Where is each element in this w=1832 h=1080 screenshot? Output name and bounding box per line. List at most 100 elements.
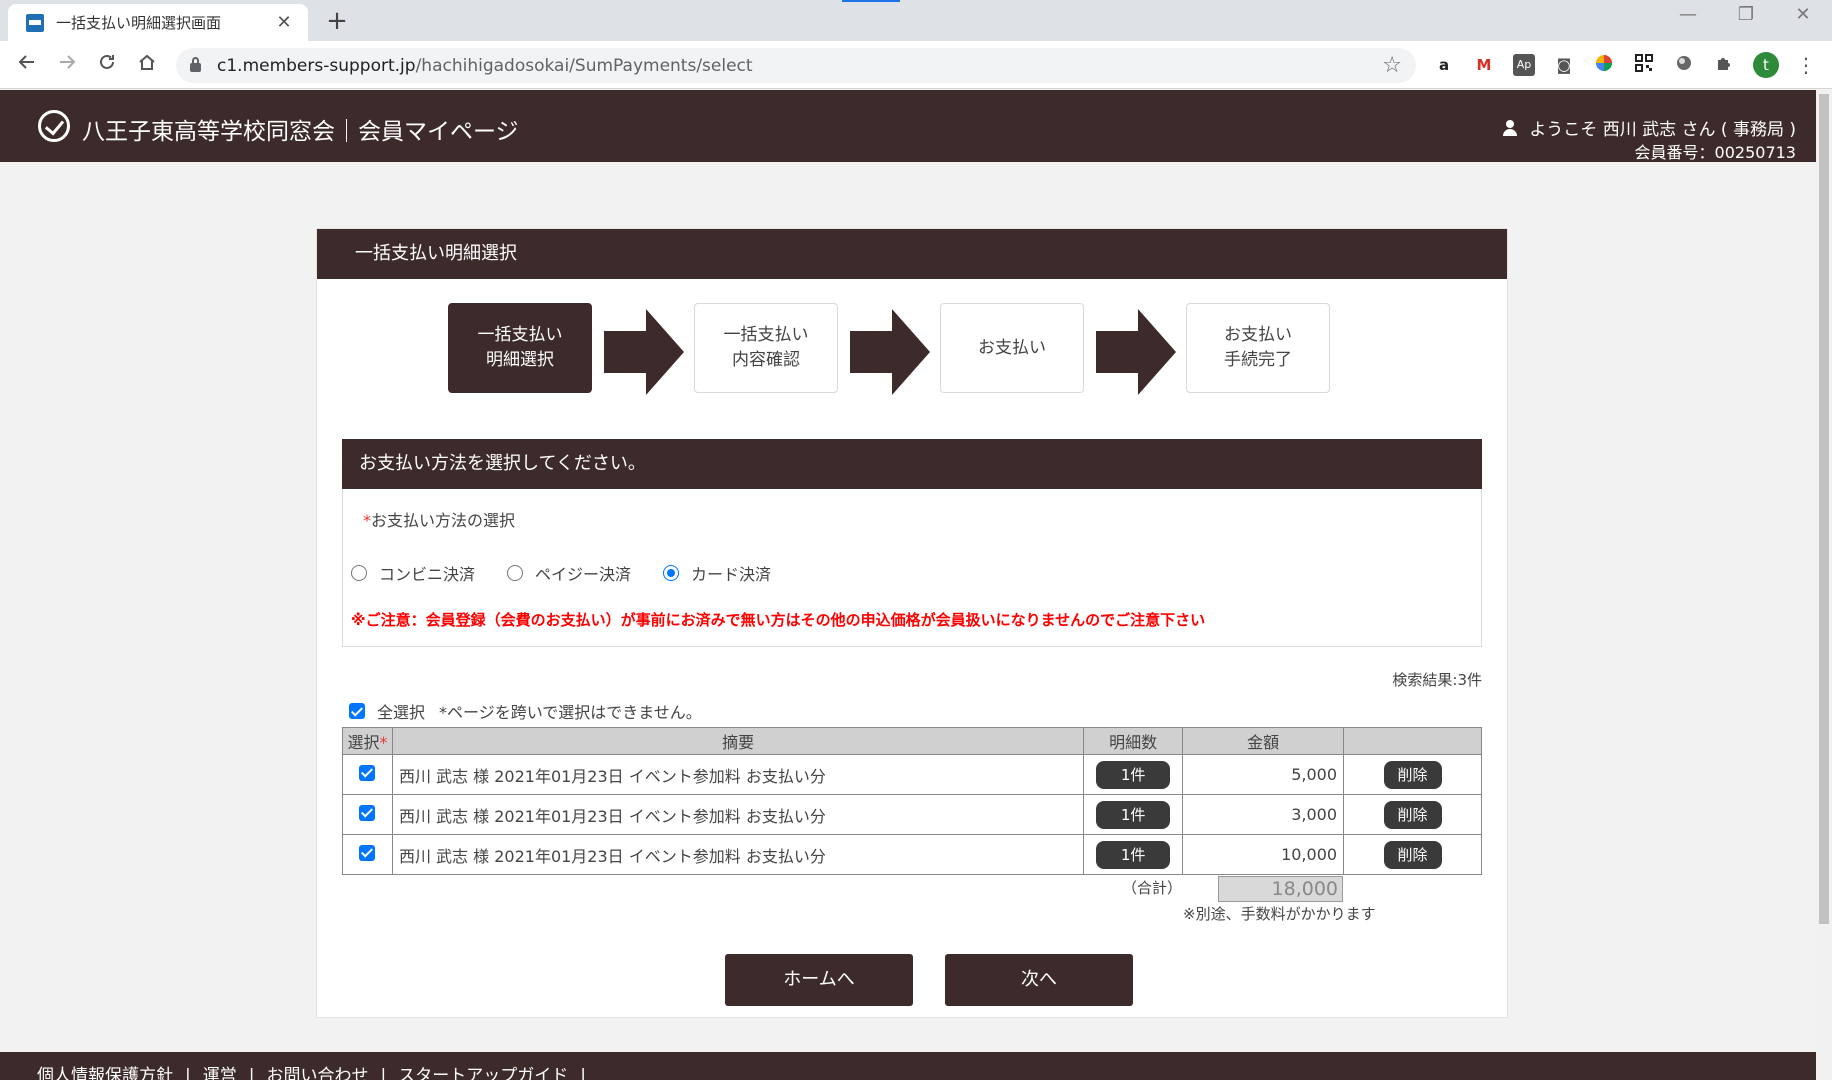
lock-icon <box>190 57 201 72</box>
address-bar[interactable]: c1.members-support.jp/hachihigadosokai/S… <box>176 48 1416 83</box>
bookmark-star-icon[interactable]: ☆ <box>1382 53 1402 78</box>
radio-card[interactable]: カード決済 <box>663 561 771 585</box>
header-select-text: 選択 <box>347 733 380 752</box>
header-required-mark: * <box>379 733 388 752</box>
delete-button[interactable]: 削除 <box>1383 800 1442 829</box>
footer-link-startup-guide[interactable]: スタートアップガイド <box>398 1066 568 1080</box>
tab-close-icon[interactable]: ✕ <box>274 12 294 33</box>
payment-method-heading: お支払い方法を選択してください。 <box>342 439 1482 489</box>
total-amount-field: 18,000 <box>1218 876 1343 902</box>
select-all-checkbox[interactable] <box>349 703 365 719</box>
radio-payeasy-input[interactable] <box>507 565 524 581</box>
tab-title: 一括支払い明細選択画面 <box>56 14 222 32</box>
row-checkbox[interactable] <box>359 764 376 781</box>
row-amount: 10,000 <box>1182 834 1345 875</box>
row-count-cell: 1件 <box>1083 754 1184 795</box>
reload-icon[interactable] <box>92 50 122 80</box>
step-3: お支払い <box>940 303 1084 393</box>
forward-arrow-icon[interactable] <box>52 50 82 80</box>
back-arrow-icon[interactable] <box>12 50 42 80</box>
home-icon[interactable] <box>132 50 162 80</box>
step-3-line1: お支払い <box>978 337 1046 358</box>
detail-count-button[interactable]: 1件 <box>1096 760 1171 789</box>
row-summary: 西川 武志 様 2021年01月23日 イベント参加料 お支払い分 <box>391 834 1085 875</box>
user-icon <box>1503 119 1518 136</box>
site-title[interactable]: 八王子東高等学校同窓会｜会員マイページ <box>82 112 519 146</box>
tabstrip-indicator <box>842 0 900 2</box>
row-action-cell: 削除 <box>1343 754 1482 795</box>
profile-avatar[interactable]: t <box>1753 52 1779 78</box>
row-select-cell <box>342 834 393 875</box>
select-all-label: 全選択 <box>377 703 426 722</box>
radio-convenience-store-input[interactable] <box>351 565 367 581</box>
row-amount: 5,000 <box>1182 754 1345 795</box>
next-button[interactable]: 次へ <box>945 954 1133 1006</box>
browser-tab[interactable]: 一括支払い明細選択画面 ✕ <box>8 4 308 41</box>
camera-extension-icon[interactable]: ◙ <box>1553 54 1575 76</box>
delete-button[interactable]: 削除 <box>1383 840 1442 869</box>
row-action-cell: 削除 <box>1343 834 1482 875</box>
header-amount: 金額 <box>1182 727 1345 755</box>
payment-method-options: コンビニ決済 ペイジー決済 カード決済 <box>351 561 803 585</box>
radio-convenience-store[interactable]: コンビニ決済 <box>351 561 475 585</box>
delete-button[interactable]: 削除 <box>1383 760 1442 789</box>
step-2: 一括支払い 内容確認 <box>694 303 838 393</box>
row-count-cell: 1件 <box>1083 834 1184 875</box>
table-header-row: 選択* 摘要 明細数 金額 <box>342 727 1482 755</box>
search-result-count: 検索結果:3件 <box>1392 671 1482 689</box>
step-2-line2: 内容確認 <box>732 350 800 370</box>
minimize-button[interactable]: — <box>1668 4 1708 25</box>
site-header: 八王子東高等学校同窓会｜会員マイページ ようこそ 西川 武志 さん ( 事務局 … <box>0 90 1816 162</box>
total-label: （合計） <box>1122 879 1183 897</box>
menu-kebab-icon[interactable]: ⋮ <box>1795 54 1817 76</box>
radio-payeasy[interactable]: ペイジー決済 <box>507 561 631 585</box>
footer-link-privacy[interactable]: 個人情報保護方針 <box>37 1066 173 1080</box>
step-1-line2: 明細選択 <box>486 350 554 370</box>
gmail-extension-icon[interactable]: M <box>1473 54 1495 76</box>
step-4: お支払い 手続完了 <box>1186 303 1330 393</box>
color-wheel-extension-icon[interactable] <box>1593 54 1615 76</box>
detail-count-button[interactable]: 1件 <box>1096 840 1171 869</box>
scroll-thumb[interactable] <box>1819 94 1829 924</box>
payment-method-panel: *お支払い方法の選択 コンビニ決済 ペイジー決済 カード決済 ※ご注意：会員登録… <box>342 489 1482 647</box>
radio-convenience-store-label: コンビニ決済 <box>379 565 476 584</box>
step-arrow-icon <box>1096 309 1176 395</box>
table-row: 西川 武志 様 2021年01月23日 イベント参加料 お支払い分 1件 3,0… <box>342 794 1482 835</box>
footer-link-operator[interactable]: 運営 <box>203 1066 237 1080</box>
select-all[interactable]: 全選択 *ページを跨いで選択はできません。 <box>349 699 702 723</box>
ap-extension-icon[interactable]: Ap <box>1513 54 1535 76</box>
row-count-cell: 1件 <box>1083 794 1184 835</box>
browser-toolbar: c1.members-support.jp/hachihigadosokai/S… <box>0 41 1832 89</box>
detail-count-button[interactable]: 1件 <box>1096 800 1171 829</box>
circle-extension-icon[interactable] <box>1673 54 1695 76</box>
page-scrollbar[interactable] <box>1816 90 1832 1080</box>
select-all-note: *ページを跨いで選択はできません。 <box>439 703 702 722</box>
step-4-line2: 手続完了 <box>1224 350 1292 370</box>
puzzle-extensions-icon[interactable] <box>1713 54 1735 76</box>
header-count: 明細数 <box>1083 727 1184 755</box>
step-1: 一括支払い 明細選択 <box>448 303 592 393</box>
header-action <box>1343 727 1482 755</box>
member-notice: ※ご注意：会員登録（会費のお支払い）が事前にお済みで無い方はその他の申込価格が会… <box>351 611 1206 629</box>
row-select-cell <box>342 794 393 835</box>
amazon-extension-icon[interactable]: a <box>1433 54 1455 76</box>
header-select: 選択* <box>342 727 393 755</box>
required-mark: * <box>363 511 371 530</box>
welcome-text: ようこそ 西川 武志 さん ( 事務局 ) <box>1529 120 1796 140</box>
new-tab-button[interactable]: + <box>322 6 352 36</box>
footer-separator: | <box>185 1066 191 1080</box>
qr-code-extension-icon[interactable] <box>1633 54 1655 76</box>
table-row: 西川 武志 様 2021年01月23日 イベント参加料 お支払い分 1件 5,0… <box>342 754 1482 795</box>
footer-separator: | <box>580 1066 586 1080</box>
footer-link-contact[interactable]: お問い合わせ <box>266 1066 368 1080</box>
row-checkbox[interactable] <box>359 844 376 861</box>
payment-table: 選択* 摘要 明細数 金額 西川 武志 様 2021年01月23日 イベント参加… <box>342 727 1482 875</box>
site-favicon-icon <box>26 13 44 32</box>
footer-separator: | <box>248 1066 255 1080</box>
radio-card-input[interactable] <box>663 565 680 581</box>
row-checkbox[interactable] <box>359 804 376 821</box>
url-host: c1.members-support.jp <box>217 55 416 76</box>
restore-button[interactable]: ❐ <box>1726 4 1766 25</box>
home-button[interactable]: ホームへ <box>725 954 913 1006</box>
close-window-button[interactable]: ✕ <box>1783 4 1823 25</box>
